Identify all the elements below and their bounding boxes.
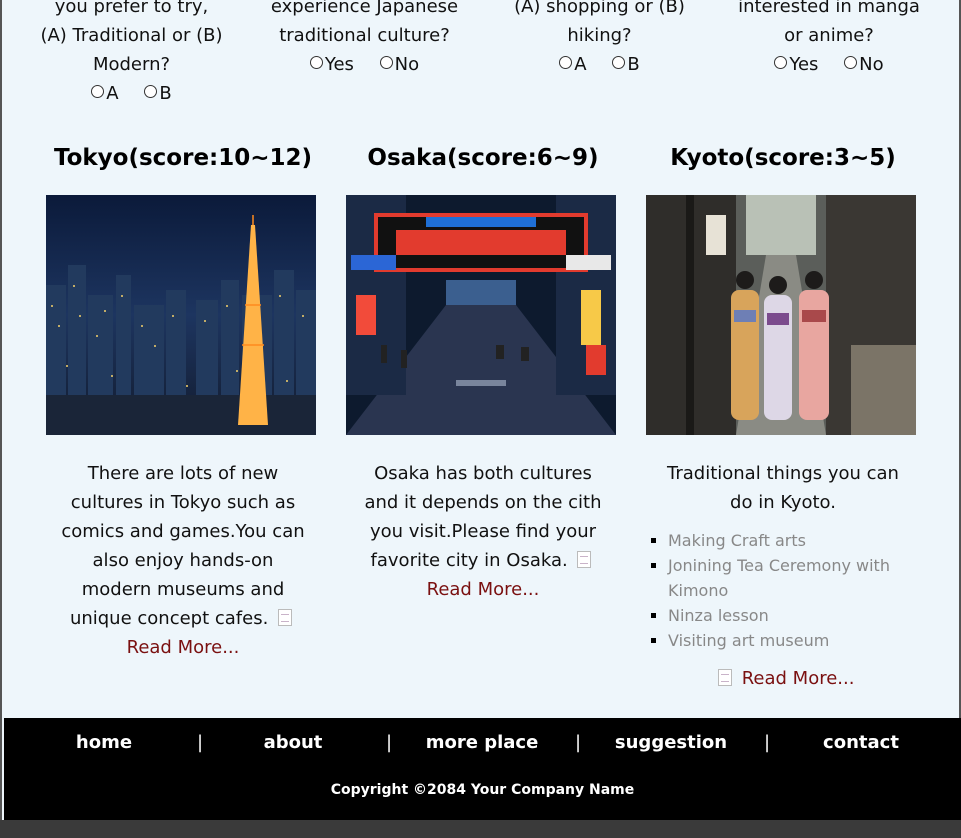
osaka-read-more-link[interactable]: Read More...: [427, 579, 540, 600]
quiz-question-4: interested in manga or anime? Yes No: [729, 0, 929, 79]
question-line: (A) Traditional or (B): [40, 25, 223, 46]
radio-icon[interactable]: [309, 56, 323, 69]
footer-nav: home | about | more place | suggestion |…: [4, 732, 961, 758]
radio-option-b[interactable]: B: [612, 50, 640, 79]
radio-option-b[interactable]: B: [144, 79, 172, 108]
quiz-question-2: experience Japanese traditional culture?…: [257, 0, 472, 79]
question-line: interested in manga: [738, 0, 920, 17]
radio-icon[interactable]: [559, 56, 573, 69]
tokyo-description: There are lots of new cultures in Tokyo …: [58, 459, 308, 662]
kyoto-activities-list: Making Craft arts Jonining Tea Ceremony …: [650, 528, 928, 653]
page-frame: you prefer to try, (A) Traditional or (B…: [0, 0, 961, 820]
osaka-description: Osaka has both cultures and it depends o…: [358, 459, 608, 604]
question-line: hiking?: [567, 25, 632, 46]
kyoto-read-more: Read More...: [714, 666, 854, 692]
document-icon: [718, 669, 732, 686]
nav-link-more-place[interactable]: more place: [422, 732, 542, 753]
radio-icon[interactable]: [91, 85, 105, 98]
question-line: Modern?: [92, 54, 171, 75]
document-icon: [278, 609, 293, 626]
document-icon: [577, 551, 592, 568]
nav-separator: |: [575, 732, 582, 753]
radio-option-yes[interactable]: Yes: [774, 50, 818, 79]
list-item: Ninza lesson: [668, 603, 928, 628]
radio-option-a[interactable]: A: [559, 50, 587, 79]
radio-icon[interactable]: [774, 56, 788, 69]
quiz-question-1: you prefer to try, (A) Traditional or (B…: [24, 0, 239, 108]
tokyo-image: [46, 195, 316, 435]
radio-option-yes[interactable]: Yes: [309, 50, 354, 79]
nav-separator: |: [386, 732, 393, 753]
nav-link-contact[interactable]: contact: [801, 732, 921, 753]
kyoto-image: [646, 195, 916, 435]
copyright-text: Copyright ©2084 Your Company Name: [330, 782, 635, 798]
list-item: Making Craft arts: [668, 528, 928, 553]
osaka-image: [346, 195, 616, 435]
radio-icon[interactable]: [612, 56, 626, 69]
nav-separator: |: [764, 732, 771, 753]
tokyo-description-text: There are lots of new cultures in Tokyo …: [61, 463, 305, 629]
tokyo-read-more-link[interactable]: Read More...: [127, 637, 240, 658]
nav-separator: |: [197, 732, 204, 753]
nav-link-about[interactable]: about: [233, 732, 353, 753]
question-line: you prefer to try,: [54, 0, 209, 17]
question-line: (A) shopping or (B): [514, 0, 685, 17]
kyoto-description: Traditional things you can do in Kyoto.: [658, 459, 908, 517]
list-item: Visiting art museum: [668, 628, 928, 653]
radio-icon[interactable]: [144, 85, 158, 98]
kyoto-read-more-link[interactable]: Read More...: [742, 668, 855, 689]
city-title-tokyo: Tokyo(score:10~12): [53, 145, 313, 171]
osaka-description-text: Osaka has both cultures and it depends o…: [364, 463, 602, 571]
footer: home | about | more place | suggestion |…: [4, 718, 961, 820]
radio-option-no[interactable]: No: [379, 50, 419, 79]
city-title-kyoto: Kyoto(score:3~5): [670, 145, 896, 171]
list-item: Jonining Tea Ceremony with Kimono: [668, 553, 928, 603]
question-line: traditional culture?: [279, 25, 450, 46]
radio-icon[interactable]: [379, 56, 393, 69]
nav-link-suggestion[interactable]: suggestion: [611, 732, 731, 753]
city-title-osaka: Osaka(score:6~9): [367, 145, 599, 171]
question-line: experience Japanese: [270, 0, 459, 17]
radio-option-no[interactable]: No: [844, 50, 884, 79]
nav-link-home[interactable]: home: [44, 732, 164, 753]
radio-option-a[interactable]: A: [91, 79, 119, 108]
radio-icon[interactable]: [844, 56, 858, 69]
kyoto-description-text: Traditional things you can do in Kyoto.: [667, 463, 899, 513]
quiz-question-3: (A) shopping or (B) hiking? A B: [492, 0, 707, 79]
question-line: or anime?: [784, 25, 874, 46]
